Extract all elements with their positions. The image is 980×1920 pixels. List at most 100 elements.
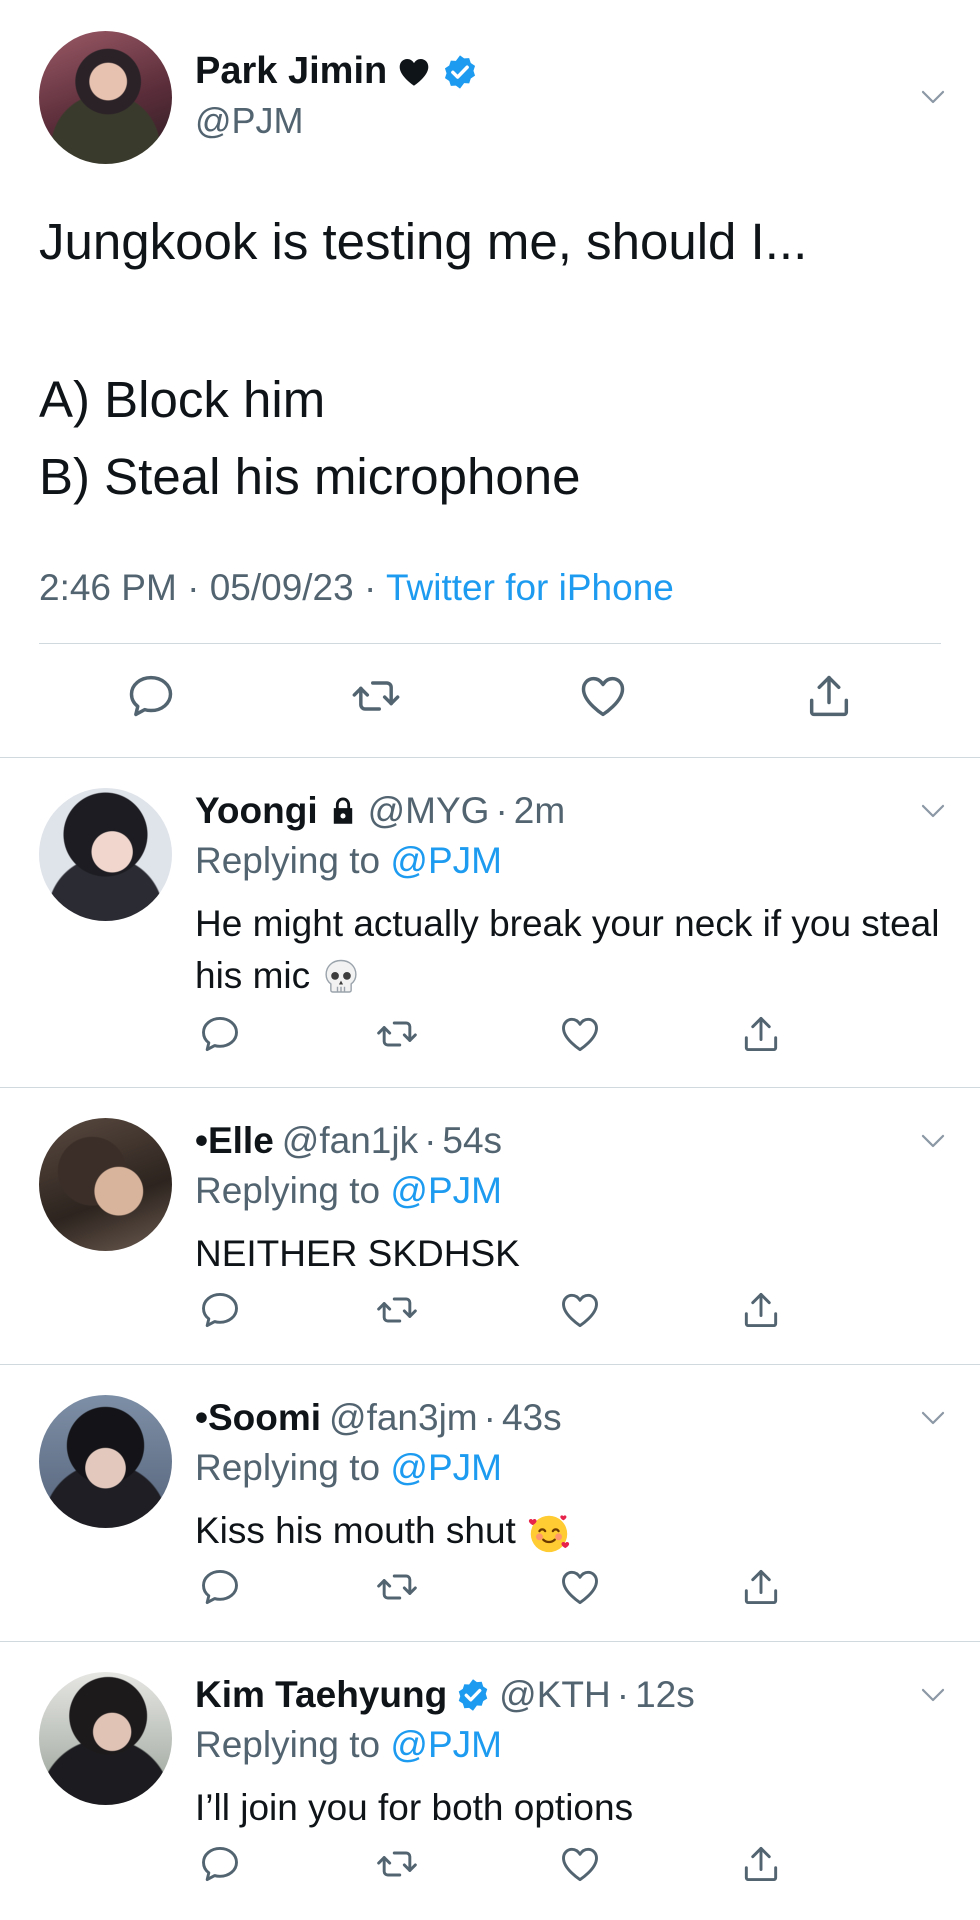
separator: · bbox=[483, 1397, 496, 1438]
avatar[interactable] bbox=[39, 1395, 172, 1528]
verified-badge-icon bbox=[441, 53, 479, 91]
reply-tweet[interactable]: Kim Taehyung @KTH · 12s Replying to @PJM… bbox=[0, 1642, 980, 1920]
author-handle[interactable]: @MYG bbox=[368, 790, 490, 832]
reply-icon[interactable] bbox=[198, 1288, 242, 1332]
replying-to: Replying to @PJM bbox=[195, 1170, 502, 1212]
avatar[interactable] bbox=[39, 788, 172, 921]
black-heart-icon bbox=[399, 58, 429, 86]
mention-link[interactable]: @PJM bbox=[390, 1170, 502, 1211]
reply-text: He might actually break your neck if you… bbox=[195, 898, 940, 1002]
share-icon[interactable] bbox=[739, 1012, 783, 1056]
tweet-source-link[interactable]: Twitter for iPhone bbox=[386, 567, 674, 608]
reply-text: I’ll join you for both options bbox=[195, 1782, 940, 1834]
author-name[interactable]: Kim Taehyung bbox=[195, 1674, 491, 1716]
skull-emoji bbox=[325, 960, 357, 993]
reply-header: •Elle @fan1jk · 54s bbox=[195, 1120, 502, 1162]
reply-text-content: NEITHER SKDHSK bbox=[195, 1233, 520, 1274]
retweet-icon[interactable] bbox=[375, 1842, 419, 1886]
reply-time[interactable]: 12s bbox=[635, 1674, 695, 1716]
action-bar bbox=[0, 670, 980, 730]
reply-icon[interactable] bbox=[125, 670, 177, 722]
author-name[interactable]: Park Jimin bbox=[195, 50, 479, 93]
author-handle[interactable]: @PJM bbox=[195, 100, 304, 142]
action-bar bbox=[0, 1565, 980, 1613]
reply-icon[interactable] bbox=[198, 1842, 242, 1886]
author-handle[interactable]: @fan3jm bbox=[329, 1397, 478, 1439]
reply-header: Yoongi @MYG · 2m bbox=[195, 790, 565, 832]
reply-tweet[interactable]: •Elle @fan1jk · 54s Replying to @PJM NEI… bbox=[0, 1088, 980, 1365]
like-icon[interactable] bbox=[577, 670, 629, 722]
author-handle[interactable]: @fan1jk bbox=[282, 1120, 418, 1162]
reply-time[interactable]: 43s bbox=[502, 1397, 562, 1439]
like-icon[interactable] bbox=[558, 1842, 602, 1886]
reply-text-content: He might actually break your neck if you… bbox=[195, 903, 940, 996]
verified-badge-icon bbox=[455, 1677, 491, 1713]
author-handle[interactable]: @KTH bbox=[499, 1674, 611, 1716]
lock-icon bbox=[333, 797, 352, 824]
like-icon[interactable] bbox=[558, 1565, 602, 1609]
mention-link[interactable]: @PJM bbox=[390, 1724, 502, 1765]
author-name-text: Yoongi bbox=[195, 790, 318, 831]
author-name-text: Kim Taehyung bbox=[195, 1674, 448, 1715]
tweet-text-line-3: B) Steal his microphone bbox=[39, 448, 581, 505]
reply-icon[interactable] bbox=[198, 1012, 242, 1056]
avatar[interactable] bbox=[39, 1672, 172, 1805]
action-bar bbox=[0, 1012, 980, 1060]
main-tweet: Park Jimin @PJM Jungkook is testing me, … bbox=[0, 0, 980, 758]
chevron-down-icon[interactable] bbox=[918, 1403, 948, 1433]
divider bbox=[39, 643, 941, 644]
retweet-icon[interactable] bbox=[375, 1012, 419, 1056]
reply-time[interactable]: 54s bbox=[442, 1120, 502, 1162]
tweet-text-line-2: A) Block him bbox=[39, 371, 326, 428]
avatar[interactable] bbox=[39, 1118, 172, 1251]
share-icon[interactable] bbox=[739, 1288, 783, 1332]
reply-time[interactable]: 2m bbox=[514, 790, 565, 832]
tweet-time: 2:46 PM bbox=[39, 567, 177, 608]
author-name[interactable]: •Elle bbox=[195, 1120, 274, 1162]
share-icon[interactable] bbox=[739, 1842, 783, 1886]
reply-text: Kiss his mouth shut bbox=[195, 1505, 940, 1557]
retweet-icon[interactable] bbox=[375, 1288, 419, 1332]
retweet-icon[interactable] bbox=[350, 670, 402, 722]
replying-to-label: Replying to bbox=[195, 1170, 381, 1211]
action-bar bbox=[0, 1288, 980, 1336]
reply-text: NEITHER SKDHSK bbox=[195, 1228, 940, 1280]
replying-to-label: Replying to bbox=[195, 1447, 381, 1488]
author-name[interactable]: •Soomi bbox=[195, 1397, 321, 1439]
chevron-down-icon[interactable] bbox=[918, 1680, 948, 1710]
mention-link[interactable]: @PJM bbox=[390, 840, 502, 881]
share-icon[interactable] bbox=[803, 670, 855, 722]
separator: · bbox=[424, 1120, 437, 1161]
smiling-face-with-hearts-emoji bbox=[528, 1515, 570, 1553]
reply-text-content: Kiss his mouth shut bbox=[195, 1510, 516, 1551]
tweet-date: 05/09/23 bbox=[209, 567, 354, 608]
replying-to: Replying to @PJM bbox=[195, 840, 502, 882]
reply-header: •Soomi @fan3jm · 43s bbox=[195, 1397, 562, 1439]
replying-to: Replying to @PJM bbox=[195, 1447, 502, 1489]
reply-tweet[interactable]: Yoongi @MYG · 2m Replying to @PJM He mig… bbox=[0, 758, 980, 1088]
reply-header: Kim Taehyung @KTH · 12s bbox=[195, 1674, 695, 1716]
separator: · bbox=[495, 790, 508, 831]
replying-to-label: Replying to bbox=[195, 1724, 381, 1765]
tweet-text-line-1: Jungkook is testing me, should I... bbox=[39, 213, 808, 270]
chevron-down-icon[interactable] bbox=[918, 82, 948, 112]
reply-tweet[interactable]: •Soomi @fan3jm · 43s Replying to @PJM Ki… bbox=[0, 1365, 980, 1642]
action-bar bbox=[0, 1842, 980, 1890]
mention-link[interactable]: @PJM bbox=[390, 1447, 502, 1488]
separator: · bbox=[364, 567, 377, 608]
like-icon[interactable] bbox=[558, 1012, 602, 1056]
like-icon[interactable] bbox=[558, 1288, 602, 1332]
avatar[interactable] bbox=[39, 31, 172, 164]
tweet-meta: 2:46 PM · 05/09/23 · Twitter for iPhone bbox=[39, 567, 674, 609]
chevron-down-icon[interactable] bbox=[918, 1126, 948, 1156]
share-icon[interactable] bbox=[739, 1565, 783, 1609]
separator: · bbox=[616, 1674, 630, 1715]
author-name[interactable]: Yoongi bbox=[195, 790, 360, 832]
author-name-text: Park Jimin bbox=[195, 50, 388, 92]
replying-to: Replying to @PJM bbox=[195, 1724, 502, 1766]
replying-to-label: Replying to bbox=[195, 840, 381, 881]
retweet-icon[interactable] bbox=[375, 1565, 419, 1609]
reply-icon[interactable] bbox=[198, 1565, 242, 1609]
separator: · bbox=[187, 567, 200, 608]
chevron-down-icon[interactable] bbox=[918, 796, 948, 826]
